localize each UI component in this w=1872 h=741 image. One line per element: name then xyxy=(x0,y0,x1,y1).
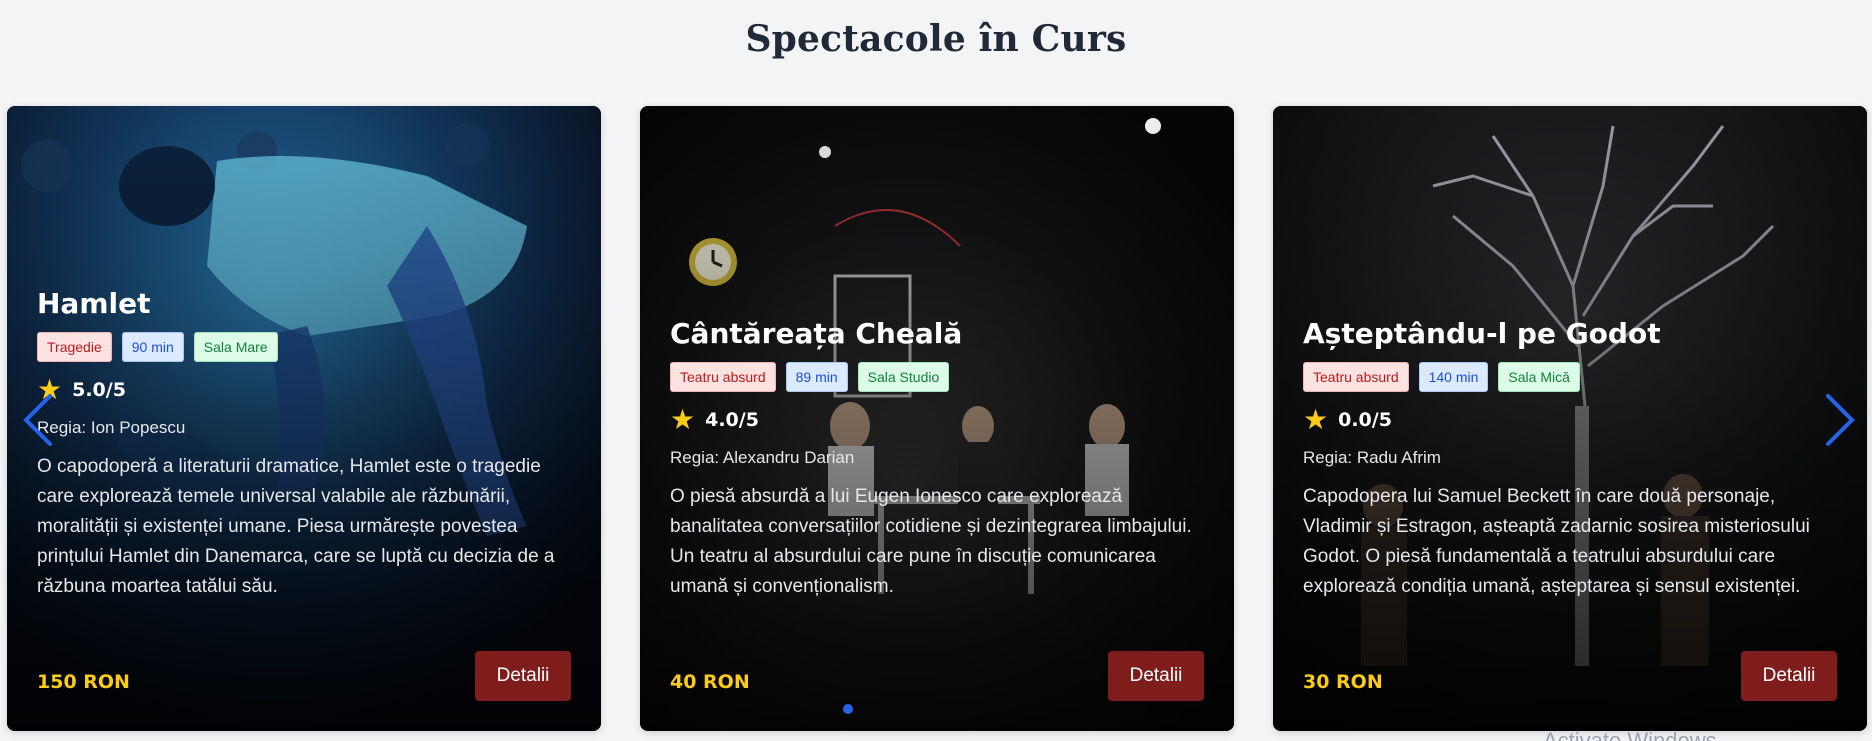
show-tags: Tragedie 90 min Sala Mare xyxy=(37,332,571,362)
price: 40 RON xyxy=(670,671,750,693)
show-info: Cântăreața Cheală Teatru absurd 89 min S… xyxy=(670,317,1204,602)
star-icon: ★ xyxy=(670,403,696,436)
details-button[interactable]: Detalii xyxy=(475,651,571,701)
genre-tag: Teatru absurd xyxy=(1303,362,1409,392)
chevron-left-icon[interactable] xyxy=(18,390,58,450)
show-info: Așteptându-l pe Godot Teatru absurd 140 … xyxy=(1303,317,1837,602)
show-card-hamlet: Hamlet Tragedie 90 min Sala Mare ★ 5.0/5… xyxy=(7,106,601,731)
duration-tag: 140 min xyxy=(1418,362,1489,392)
activate-windows-watermark: Activate Windows xyxy=(1543,728,1717,741)
price: 150 RON xyxy=(37,671,130,693)
page-title: Spectacole în Curs xyxy=(745,18,1127,60)
rating-value: 5.0/5 xyxy=(72,379,126,401)
show-title: Cântăreața Cheală xyxy=(670,317,963,350)
details-button[interactable]: Detalii xyxy=(1108,651,1204,701)
hall-tag: Sala Studio xyxy=(857,362,950,392)
director: Regia: Radu Afrim xyxy=(1303,448,1441,467)
director: Regia: Ion Popescu xyxy=(37,418,186,437)
star-icon: ★ xyxy=(1303,403,1329,436)
rating-value: 0.0/5 xyxy=(1338,409,1392,431)
duration-tag: 89 min xyxy=(785,362,848,392)
show-tags: Teatru absurd 140 min Sala Mică xyxy=(1303,362,1837,392)
show-title: Așteptându-l pe Godot xyxy=(1303,317,1661,350)
duration-tag: 90 min xyxy=(121,332,184,362)
genre-tag: Tragedie xyxy=(37,332,112,362)
show-description: O capodoperă a literaturii dramatice, Ha… xyxy=(37,456,555,597)
rating: ★ 5.0/5 xyxy=(37,376,571,404)
price: 30 RON xyxy=(1303,671,1383,693)
show-description: O piesă absurdă a lui Eugen Ionesco care… xyxy=(670,486,1192,597)
show-card-cantareata-cheala: Cântăreața Cheală Teatru absurd 89 min S… xyxy=(640,106,1234,731)
genre-tag: Teatru absurd xyxy=(670,362,776,392)
hall-tag: Sala Mică xyxy=(1498,362,1580,392)
show-title: Hamlet xyxy=(37,287,151,320)
rating-value: 4.0/5 xyxy=(705,409,759,431)
show-description: Capodopera lui Samuel Beckett în care do… xyxy=(1303,486,1810,597)
rating: ★ 0.0/5 xyxy=(1303,406,1837,434)
rating: ★ 4.0/5 xyxy=(670,406,1204,434)
show-tags: Teatru absurd 89 min Sala Studio xyxy=(670,362,1204,392)
carousel-dot-active[interactable] xyxy=(843,704,853,714)
chevron-right-icon[interactable] xyxy=(1820,390,1860,450)
director: Regia: Alexandru Darian xyxy=(670,448,855,467)
show-info: Hamlet Tragedie 90 min Sala Mare ★ 5.0/5… xyxy=(37,287,571,602)
details-button[interactable]: Detalii xyxy=(1741,651,1837,701)
show-card-asteptandu-l-pe-godot: Așteptându-l pe Godot Teatru absurd 140 … xyxy=(1273,106,1867,731)
hall-tag: Sala Mare xyxy=(193,332,278,362)
